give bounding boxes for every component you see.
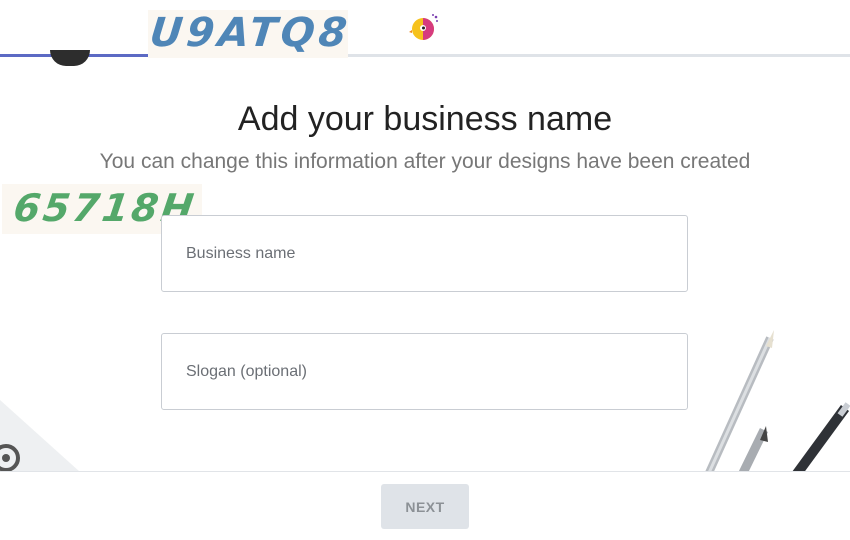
decorative-object-top-left	[50, 50, 90, 66]
pencils-illustration	[700, 330, 850, 478]
slogan-input[interactable]	[162, 334, 687, 409]
business-name-field	[161, 215, 688, 292]
page-title: Add your business name	[237, 100, 613, 138]
captcha-image-top: U9ATQ8	[148, 10, 348, 58]
decorative-object-bottom-left	[0, 400, 80, 472]
next-button[interactable]: NEXT	[381, 484, 469, 529]
business-name-input[interactable]	[162, 216, 687, 291]
footer-bar: NEXT	[0, 471, 850, 540]
bird-logo-icon	[409, 13, 439, 43]
captcha-text-top: U9ATQ8	[148, 10, 348, 56]
page-subtitle: You can change this information after yo…	[99, 150, 751, 173]
slogan-field	[161, 333, 688, 410]
